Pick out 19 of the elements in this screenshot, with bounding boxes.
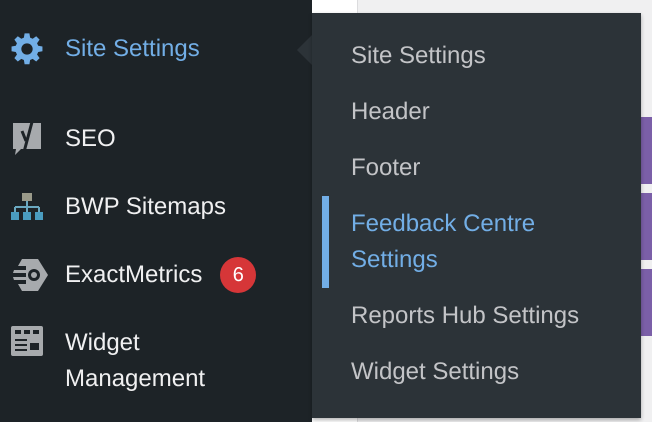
sitemap-icon	[10, 192, 44, 222]
button-edge[interactable]	[640, 193, 652, 260]
submenu-item[interactable]: Footer	[312, 140, 641, 196]
submenu-item[interactable]: Header	[312, 84, 641, 140]
button-edge[interactable]	[640, 117, 652, 184]
count-badge: 6	[220, 257, 256, 293]
submenu-item[interactable]: Site Settings	[312, 28, 641, 84]
menu-item[interactable]: Site Settings	[65, 31, 200, 67]
menu-item[interactable]: ExactMetrics	[65, 257, 202, 293]
gear-icon	[10, 32, 44, 66]
menu-item[interactable]: SEO	[65, 121, 116, 157]
menu-item[interactable]: BWP Sitemaps	[65, 189, 226, 225]
hexagon-icon	[10, 257, 50, 293]
button-edge[interactable]	[640, 269, 652, 336]
table-icon	[10, 325, 44, 357]
menu-item[interactable]: Widget Management	[65, 325, 245, 397]
submenu-item[interactable]: Reports Hub Settings	[312, 288, 641, 344]
submenu-item[interactable]: Widget Settings	[312, 344, 641, 400]
submenu-item[interactable]: Feedback Centre Settings	[322, 196, 641, 288]
